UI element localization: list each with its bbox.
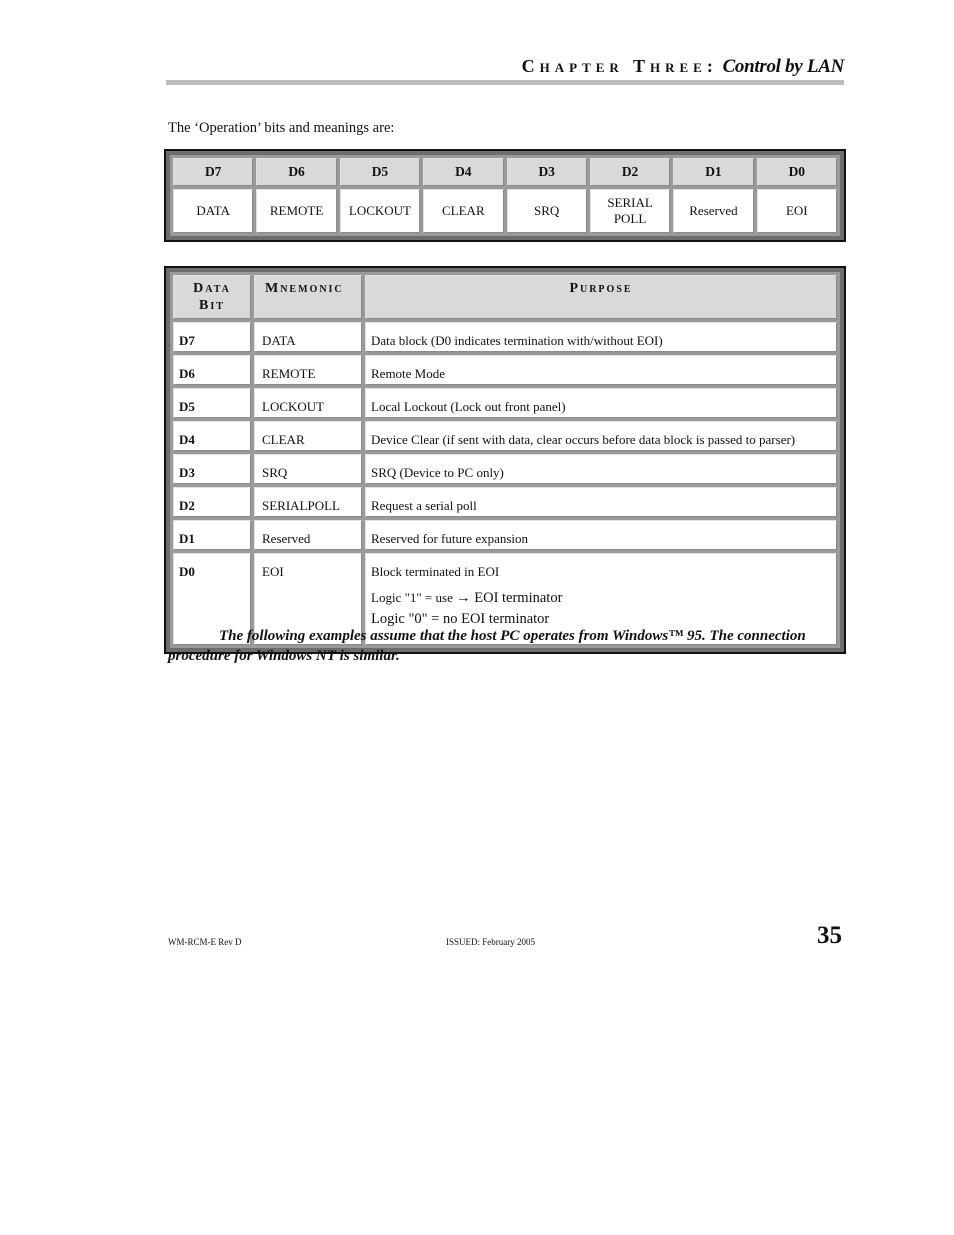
bits-header-row: D7 D6 D5 D4 D3 D2 D1 D0 <box>173 158 837 186</box>
bit-value: REMOTE <box>256 189 337 233</box>
bit-header: D0 <box>756 158 837 186</box>
mnemonic-cell: LOCKOUT <box>254 388 362 418</box>
bit-header: D3 <box>506 158 587 186</box>
bit-cell: D2 <box>173 487 251 517</box>
mnemonic-header: Mnemonic <box>254 275 362 319</box>
bit-header: D4 <box>423 158 504 186</box>
purpose-cell: Device Clear (if sent with data, clear o… <box>365 421 837 451</box>
bit-value: LOCKOUT <box>339 189 421 233</box>
mnemonic-cell: DATA <box>254 322 362 352</box>
footer-doc-id: WM-RCM-E Rev D <box>168 937 242 947</box>
bit-value: SERIAL POLL <box>589 189 671 233</box>
purpose-line: Logic "1" = use → EOI terminator <box>371 590 563 606</box>
mnemonic-cell: REMOTE <box>254 355 362 385</box>
mnemonic-cell: SERIALPOLL <box>254 487 362 517</box>
bit-value: SRQ <box>506 189 587 233</box>
bit-header: D2 <box>589 158 671 186</box>
bit-cell: D5 <box>173 388 251 418</box>
bit-cell: D7 <box>173 322 251 352</box>
bit-value: Reserved <box>673 189 754 233</box>
table-row: D6 REMOTE Remote Mode <box>173 355 837 385</box>
page-number: 35 <box>817 922 842 949</box>
bit-cell: D4 <box>173 421 251 451</box>
purpose-cell: Request a serial poll <box>365 487 837 517</box>
purpose-header: Purpose <box>365 275 837 319</box>
mnemonic-cell: CLEAR <box>254 421 362 451</box>
purpose-line: Block terminated in EOI <box>371 564 500 579</box>
table-row: D2 SERIALPOLL Request a serial poll <box>173 487 837 517</box>
table-row: D3 SRQ SRQ (Device to PC only) <box>173 454 837 484</box>
bit-cell: D1 <box>173 520 251 550</box>
arrow-right-icon: → <box>456 590 471 606</box>
purpose-cell: Local Lockout (Lock out front panel) <box>365 388 837 418</box>
chapter-label: Chapter Three: <box>521 56 718 76</box>
intro-text: The ‘Operation’ bits and meanings are: <box>168 120 395 136</box>
note-paragraph: The following examples assume that the h… <box>168 628 806 664</box>
table-row: D5 LOCKOUT Local Lockout (Lock out front… <box>173 388 837 418</box>
footer-issued: ISSUED: February 2005 <box>446 937 535 947</box>
bits-value-row: DATA REMOTE LOCKOUT CLEAR SRQ SERIAL POLL… <box>173 189 837 233</box>
bit-header: D6 <box>256 158 337 186</box>
header-rule <box>166 80 844 85</box>
bit-header: D5 <box>339 158 421 186</box>
bit-cell: D3 <box>173 454 251 484</box>
bit-header: D7 <box>173 158 254 186</box>
table-row: D7 DATA Data block (D0 indicates termina… <box>173 322 837 352</box>
table-row: D4 CLEAR Device Clear (if sent with data… <box>173 421 837 451</box>
table-row: D1 Reserved Reserved for future expansio… <box>173 520 837 550</box>
purpose-cell: SRQ (Device to PC only) <box>365 454 837 484</box>
purpose-cell: Remote Mode <box>365 355 837 385</box>
purpose-cell: Data block (D0 indicates termination wit… <box>365 322 837 352</box>
data-bit-header: Data Bit <box>173 275 251 319</box>
bit-purpose-table: Data Bit Mnemonic Purpose D7 DATA Data bl… <box>164 266 846 654</box>
bit-header: D1 <box>673 158 754 186</box>
chapter-header: Chapter Three: Control by LAN <box>166 54 845 79</box>
bit-value: EOI <box>756 189 837 233</box>
purpose-cell: Reserved for future expansion <box>365 520 837 550</box>
operation-bits-table: D7 D6 D5 D4 D3 D2 D1 D0 DATA REMOTE LOCK… <box>164 149 846 242</box>
mnemonic-cell: SRQ <box>254 454 362 484</box>
chapter-title: Control by LAN <box>722 56 845 77</box>
bit-value: DATA <box>173 189 254 233</box>
bit-value: CLEAR <box>423 189 504 233</box>
mnemonic-cell: Reserved <box>254 520 362 550</box>
purpose-header-row: Data Bit Mnemonic Purpose <box>173 275 837 319</box>
bit-cell: D6 <box>173 355 251 385</box>
